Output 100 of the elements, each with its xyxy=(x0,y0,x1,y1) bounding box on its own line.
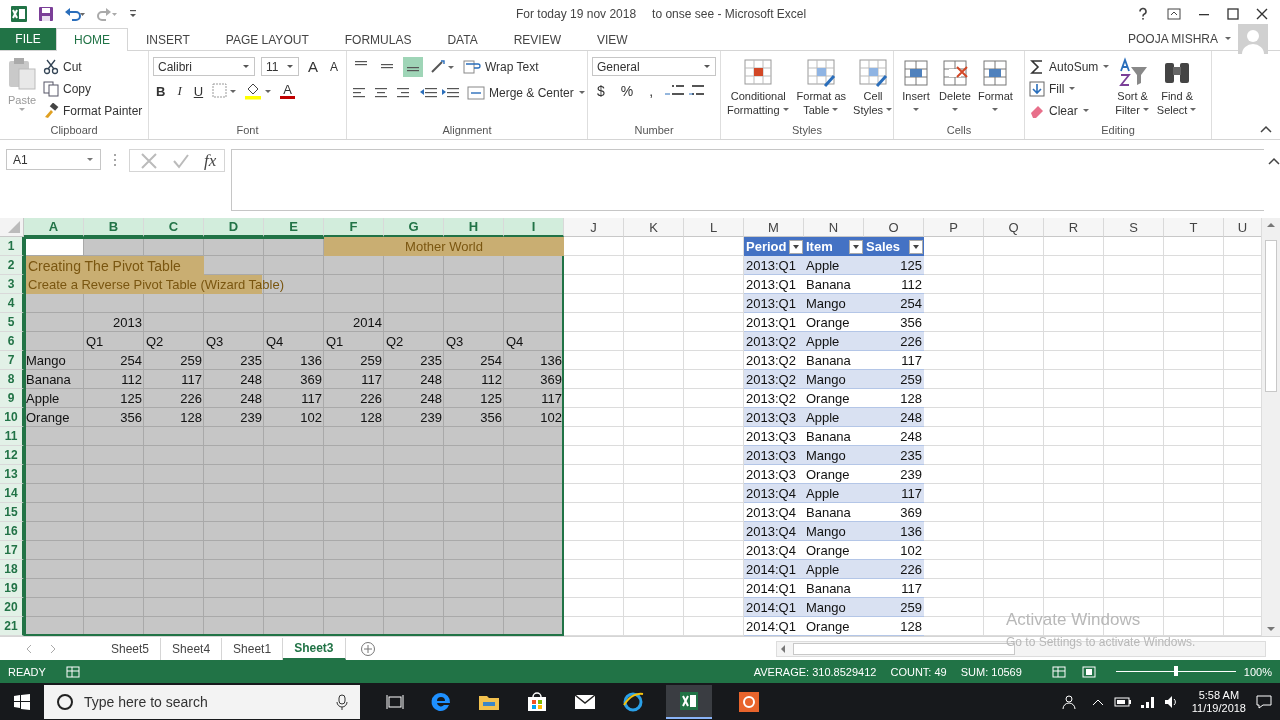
styles-button[interactable]: Cell Styles xyxy=(851,55,896,119)
row-header[interactable]: 13 xyxy=(0,465,24,484)
task-view-icon[interactable] xyxy=(386,693,404,710)
page-layout-icon[interactable] xyxy=(1081,665,1096,678)
windows-start-icon[interactable] xyxy=(14,693,30,710)
file-tab[interactable]: FILE xyxy=(0,28,56,50)
browser-icon[interactable] xyxy=(430,690,452,713)
row-header[interactable]: 12 xyxy=(0,446,24,465)
column-header[interactable]: F xyxy=(324,218,384,237)
battery-icon[interactable] xyxy=(1113,696,1132,707)
recorder-icon[interactable] xyxy=(738,690,760,713)
column-header[interactable]: J xyxy=(564,218,624,237)
editing-button[interactable]: AutoSum xyxy=(1029,57,1111,76)
font-name-field[interactable]: Calibri xyxy=(153,57,255,76)
scroll-thumb[interactable] xyxy=(1265,240,1277,392)
row-header[interactable]: 8 xyxy=(0,370,24,389)
ribbon-tab[interactable]: FORMULAS xyxy=(326,28,430,50)
clipboard-button[interactable]: Copy xyxy=(43,79,143,98)
row-header[interactable]: 21 xyxy=(0,617,24,636)
ribbon-tab[interactable]: DATA xyxy=(429,28,496,50)
column-header[interactable]: L xyxy=(684,218,744,237)
sheet-tab[interactable]: Sheet4 xyxy=(161,637,223,660)
number-style-button[interactable]: , xyxy=(644,83,659,99)
clipboard-button[interactable]: Format Painter xyxy=(43,101,143,120)
save-icon[interactable] xyxy=(38,6,54,22)
add-sheet-icon[interactable] xyxy=(359,640,376,657)
column-header[interactable]: I xyxy=(504,218,564,237)
cells-button[interactable]: Delete xyxy=(937,55,973,115)
store-bag-icon[interactable] xyxy=(526,691,548,712)
vertical-align-icon[interactable] xyxy=(403,57,423,77)
people-icon[interactable] xyxy=(1061,693,1078,710)
undo-icon[interactable] xyxy=(64,6,86,22)
macro-icon[interactable] xyxy=(65,665,80,678)
editing-button[interactable]: Clear xyxy=(1029,101,1111,120)
column-header[interactable]: N xyxy=(804,218,864,237)
row-header[interactable]: 20 xyxy=(0,598,24,617)
merge-center-button[interactable]: Merge & Center xyxy=(467,83,586,102)
row-header[interactable]: 18 xyxy=(0,560,24,579)
row-header[interactable]: 3 xyxy=(0,275,24,294)
column-header[interactable]: C xyxy=(144,218,204,237)
notification-icon[interactable] xyxy=(1256,693,1272,710)
ribbon-display-icon[interactable] xyxy=(1167,8,1181,20)
column-header[interactable]: Q xyxy=(984,218,1044,237)
row-header[interactable]: 17 xyxy=(0,541,24,560)
caret-icon[interactable] xyxy=(1224,36,1232,42)
network-icon[interactable] xyxy=(1139,694,1156,709)
filter-button[interactable] xyxy=(789,239,803,254)
row-header[interactable]: 9 xyxy=(0,389,24,408)
taskbar-search-field[interactable]: Type here to search xyxy=(44,684,360,719)
clock-date[interactable]: 11/19/2018 xyxy=(1191,701,1246,715)
insert-function-button[interactable]: fx xyxy=(204,150,217,171)
column-header[interactable]: O xyxy=(864,218,924,237)
customize-caret-icon[interactable] xyxy=(128,8,138,20)
editing-button[interactable]: Sort & Filter xyxy=(1113,55,1152,119)
font-size-field[interactable]: 11 xyxy=(261,57,299,76)
row-header[interactable]: 7 xyxy=(0,351,24,370)
column-header[interactable]: M xyxy=(744,218,804,237)
ribbon-tab[interactable]: VIEW xyxy=(579,28,646,50)
editing-button[interactable]: Find & Select xyxy=(1154,55,1200,119)
column-header[interactable]: H xyxy=(444,218,504,237)
wrap-text-button[interactable]: Wrap Text xyxy=(463,57,539,77)
styles-button[interactable]: Conditional Formatting xyxy=(725,55,792,119)
row-header[interactable]: 6 xyxy=(0,332,24,351)
number-style-button[interactable]: $ xyxy=(592,83,610,99)
collapse-ribbon-icon[interactable] xyxy=(1260,125,1272,133)
font-style-button[interactable]: I xyxy=(174,83,185,99)
cells-button[interactable]: Insert xyxy=(898,55,934,115)
row-header[interactable]: 4 xyxy=(0,294,24,313)
row-header[interactable]: 2 xyxy=(0,256,24,275)
grow-font-button[interactable]: A xyxy=(305,58,321,75)
ribbon-tab[interactable]: REVIEW xyxy=(495,28,579,50)
shrink-font-button[interactable]: A xyxy=(327,59,342,74)
column-header[interactable]: E xyxy=(264,218,324,237)
filter-button[interactable] xyxy=(909,239,923,254)
column-header[interactable]: D xyxy=(204,218,264,237)
row-header[interactable]: 10 xyxy=(0,408,24,427)
number-format-field[interactable]: General xyxy=(592,57,716,76)
sheet-tab[interactable]: Sheet5 xyxy=(100,637,162,660)
filter-button[interactable] xyxy=(849,239,863,254)
column-header[interactable]: R xyxy=(1044,218,1104,237)
ribbon-tab[interactable]: HOME xyxy=(56,28,128,51)
ribbon-tab[interactable]: PAGE LAYOUT xyxy=(207,28,327,50)
row-header[interactable]: 1 xyxy=(0,237,24,256)
microphone-icon[interactable] xyxy=(336,693,348,710)
styles-button[interactable]: Format as Table xyxy=(794,55,849,119)
column-header[interactable]: B xyxy=(84,218,144,237)
name-box[interactable]: A1 xyxy=(6,149,101,170)
column-header[interactable]: S xyxy=(1104,218,1164,237)
collapse-formula-icon[interactable] xyxy=(1268,157,1280,165)
column-header[interactable]: U xyxy=(1224,218,1261,237)
formula-input[interactable] xyxy=(231,149,1264,211)
clipboard-button[interactable]: Cut xyxy=(43,57,143,76)
column-header[interactable]: A xyxy=(24,218,84,237)
zoom-level[interactable]: 100% xyxy=(1243,665,1272,678)
close-icon[interactable] xyxy=(1256,8,1268,20)
user-name[interactable]: POOJA MISHRA xyxy=(1127,32,1218,46)
mail-icon[interactable] xyxy=(574,693,596,710)
number-style-button[interactable]: % xyxy=(615,83,639,99)
font-color-button[interactable]: A xyxy=(280,83,295,99)
help-icon[interactable] xyxy=(1136,7,1150,21)
